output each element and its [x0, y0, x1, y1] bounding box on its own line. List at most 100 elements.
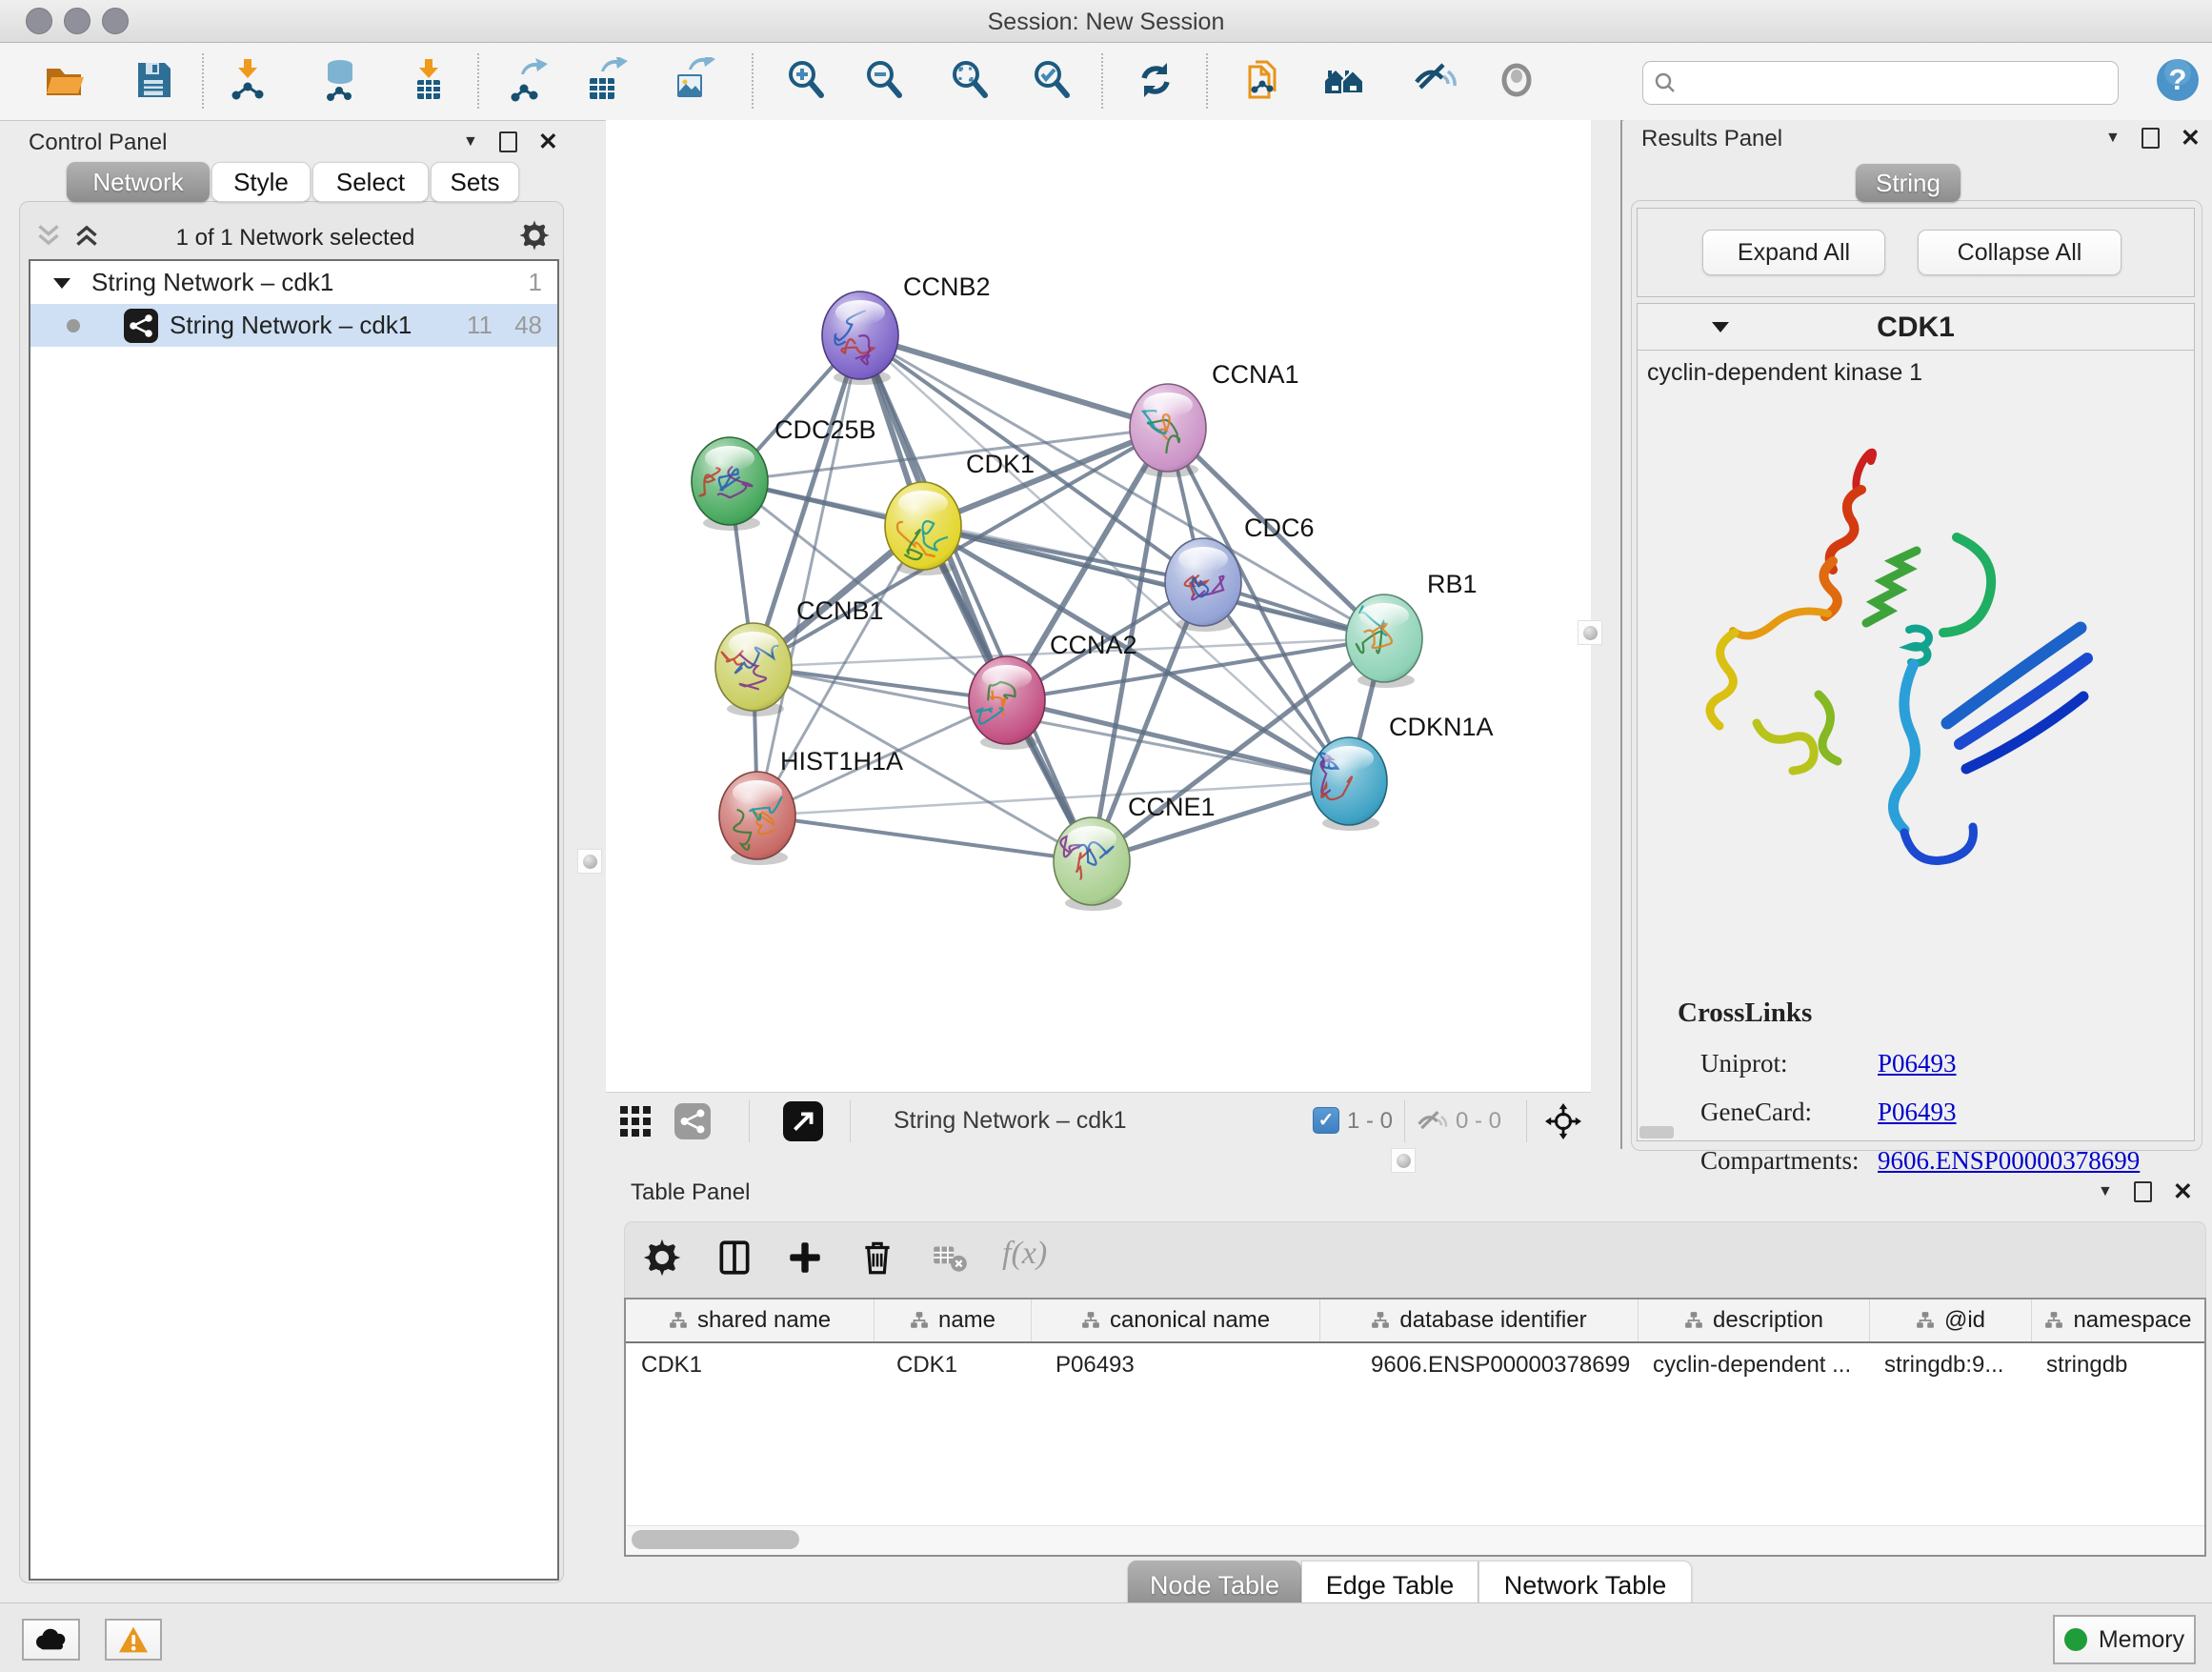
column-header[interactable]: description: [1638, 1299, 1869, 1341]
search-input[interactable]: [1685, 64, 2108, 100]
column-type-icon: [1916, 1311, 1935, 1330]
zoom-out-button[interactable]: [861, 57, 911, 107]
import-table-icon: [406, 57, 452, 103]
crosslink-genecard[interactable]: P06493: [1878, 1088, 2140, 1137]
protein-structure-image: [1676, 409, 2114, 904]
expand-all-button[interactable]: Expand All: [1702, 230, 1885, 275]
function-builder-button-disabled[interactable]: f(x): [1002, 1236, 1047, 1272]
memory-button[interactable]: Memory: [2053, 1615, 2196, 1664]
show-all-views-button[interactable]: [1322, 57, 1372, 107]
left-splitter-handle[interactable]: [577, 849, 602, 874]
svg-text:CDC25B: CDC25B: [774, 415, 876, 444]
panel-close-icon[interactable]: ✕: [2181, 129, 2201, 148]
export-table-button[interactable]: [584, 57, 633, 107]
table-panel-controls: ▼ ✕: [2098, 1181, 2193, 1202]
svg-text:CCNA1: CCNA1: [1212, 360, 1299, 389]
panel-close-icon[interactable]: ✕: [538, 132, 558, 151]
zoom-in-button[interactable]: [783, 57, 833, 107]
detach-view-button[interactable]: [783, 1101, 823, 1146]
control-panel-controls: ▼ ✕: [463, 131, 558, 152]
panel-float-icon[interactable]: [499, 131, 517, 152]
tab-select[interactable]: Select: [312, 162, 429, 202]
show-columns-button[interactable]: [714, 1238, 756, 1279]
hidden-toggle[interactable]: [1416, 1105, 1448, 1142]
show-hidden-button[interactable]: [1494, 57, 1543, 107]
gene-section-header[interactable]: CDK1: [1638, 304, 2194, 351]
edge-count: 48: [514, 311, 542, 340]
double-chevron-up-icon: [72, 221, 101, 250]
navigator-button[interactable]: [1545, 1103, 1581, 1144]
network-canvas[interactable]: CCNB2CCNA1CDC25BCDK1CDC6RB1CCNB1CCNA2CDK…: [606, 120, 1591, 1092]
memory-label: Memory: [2099, 1626, 2184, 1654]
column-header[interactable]: canonical name: [1031, 1299, 1319, 1341]
save-session-button[interactable]: [131, 57, 180, 107]
cell-shared-name: CDK1: [626, 1352, 874, 1379]
table-options-button[interactable]: [642, 1238, 684, 1279]
tab-network[interactable]: Network: [67, 162, 210, 202]
expand-all-networks-button[interactable]: [72, 221, 101, 254]
tab-string[interactable]: String: [1856, 164, 1961, 202]
panel-collapse-icon[interactable]: ▼: [463, 133, 478, 151]
right-splitter-handle[interactable]: [1578, 620, 1602, 645]
crosslink-uniprot[interactable]: P06493: [1878, 1039, 2140, 1088]
string-network-icon: [124, 309, 158, 343]
network-view-mode-button[interactable]: [674, 1103, 711, 1144]
refresh-button[interactable]: [1133, 57, 1182, 107]
warnings-button[interactable]: [105, 1619, 162, 1661]
column-header[interactable]: namespace: [2031, 1299, 2204, 1341]
zoom-selected-button[interactable]: [1029, 57, 1078, 107]
control-panel: Control Panel ▼ ✕ Network Style Select S…: [0, 120, 606, 1602]
gene-section: CDK1 cyclin-dependent kinase 1: [1637, 303, 2195, 1141]
column-type-icon: [669, 1311, 688, 1330]
search-box: [1642, 61, 2119, 105]
panel-collapse-icon[interactable]: ▼: [2105, 130, 2121, 147]
column-header[interactable]: @id: [1869, 1299, 2031, 1341]
export-image-button[interactable]: [670, 57, 719, 107]
add-column-button[interactable]: [785, 1238, 827, 1279]
import-network-file-button[interactable]: [225, 57, 274, 107]
cloud-icon: [33, 1627, 70, 1652]
status-bar: Memory: [0, 1602, 2212, 1672]
toolbar-separator: [202, 53, 204, 109]
cell-id: stringdb:9...: [1869, 1352, 2031, 1379]
network-row-selected[interactable]: String Network – cdk1 11 48: [30, 304, 557, 347]
toolbar-separator: [1404, 1100, 1405, 1142]
zoom-fit-icon: [947, 57, 993, 103]
panel-collapse-icon[interactable]: ▼: [2098, 1183, 2113, 1200]
node-table: shared name name canonical name database…: [624, 1298, 2206, 1557]
panel-close-icon[interactable]: ✕: [2173, 1182, 2193, 1201]
results-hscroll-thumb[interactable]: [1639, 1126, 1674, 1138]
network-collection-label: String Network – cdk1: [91, 268, 333, 297]
hide-selected-button[interactable]: [1412, 57, 1461, 107]
zoom-fit-button[interactable]: [947, 57, 996, 107]
tab-style[interactable]: Style: [211, 162, 311, 202]
column-header[interactable]: name: [874, 1299, 1031, 1341]
scrollbar-thumb[interactable]: [632, 1530, 799, 1549]
export-network-button[interactable]: [506, 57, 555, 107]
import-table-file-button[interactable]: [406, 57, 455, 107]
import-network-database-button[interactable]: [317, 57, 367, 107]
double-chevron-down-icon: [34, 221, 63, 250]
help-button[interactable]: ?: [2155, 57, 2204, 107]
share-file-button[interactable]: [1240, 57, 1290, 107]
delete-column-button[interactable]: [857, 1238, 899, 1279]
tab-sets[interactable]: Sets: [431, 162, 519, 202]
collapse-all-button[interactable]: Collapse All: [1918, 230, 2122, 275]
collapse-all-networks-button[interactable]: [34, 221, 63, 254]
bottom-splitter-handle[interactable]: [1391, 1148, 1416, 1173]
cloud-status-button[interactable]: [22, 1619, 80, 1661]
column-header[interactable]: database identifier: [1319, 1299, 1638, 1341]
network-collection-row[interactable]: String Network – cdk1 1: [30, 261, 557, 304]
table-horizontal-scrollbar[interactable]: [626, 1525, 2204, 1555]
delete-table-button-disabled[interactable]: [930, 1238, 972, 1279]
cell-name: CDK1: [874, 1352, 1031, 1379]
table-row[interactable]: CDK1 CDK1 P06493 9606.ENSP00000378699 cy…: [626, 1343, 2204, 1387]
open-session-button[interactable]: [43, 57, 92, 107]
network-options-button[interactable]: [518, 219, 551, 256]
grid-view-button[interactable]: [619, 1105, 652, 1142]
panel-float-icon[interactable]: [2134, 1181, 2152, 1202]
column-header[interactable]: shared name: [626, 1299, 874, 1341]
selected-checkbox[interactable]: ✓: [1313, 1107, 1339, 1134]
panel-float-icon[interactable]: [2142, 128, 2160, 149]
svg-text:CCNB1: CCNB1: [796, 596, 884, 625]
